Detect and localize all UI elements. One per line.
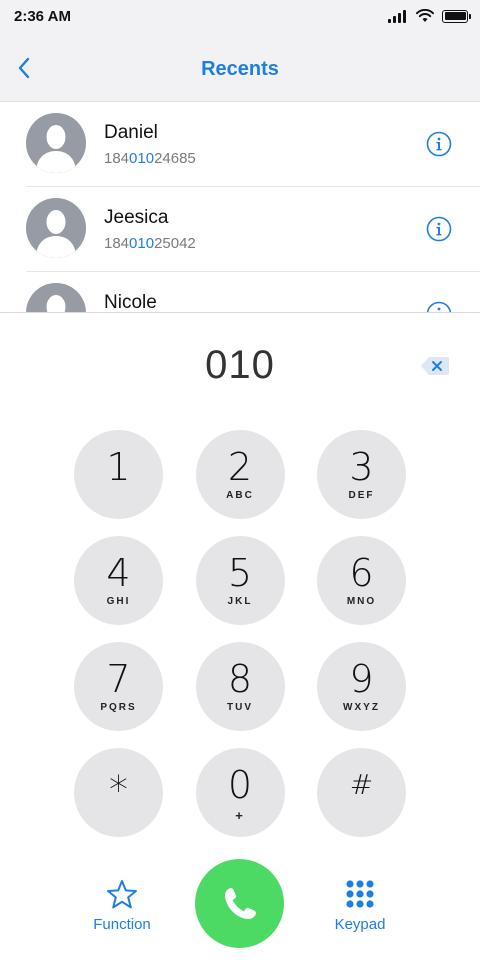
star-icon bbox=[107, 880, 137, 909]
number-suffix: 25042 bbox=[154, 235, 196, 252]
key-digit: 1 bbox=[106, 444, 131, 489]
dial-display[interactable]: 010 bbox=[0, 343, 480, 388]
key-letters: ABC bbox=[226, 489, 254, 501]
nav-bar: Recents bbox=[0, 34, 480, 102]
status-time: 2:36 AM bbox=[14, 8, 71, 25]
key-digit: 2 bbox=[227, 444, 253, 489]
keypad: 1 2 ABC 3 DEF 4 GHI 5 JKL 6 MNO 7 PQRS 8 TUV 9W… bbox=[74, 430, 406, 854]
info-icon[interactable] bbox=[426, 301, 452, 312]
number-suffix: 24685 bbox=[154, 150, 196, 167]
function-button[interactable]: Function bbox=[82, 879, 162, 933]
key-star[interactable]: * bbox=[74, 748, 163, 837]
key-letters: JKL bbox=[227, 595, 253, 607]
key-row: 1 2 ABC 3 DEF bbox=[74, 430, 406, 519]
function-label: Function bbox=[93, 916, 151, 933]
keypad-grid-icon bbox=[346, 880, 374, 908]
key-letters: TUV bbox=[227, 701, 253, 713]
key-digit: 3 bbox=[349, 444, 374, 489]
key-3[interactable]: 3 DEF bbox=[317, 430, 406, 519]
avatar bbox=[26, 113, 86, 173]
avatar bbox=[26, 198, 86, 258]
key-row: * 0 + # bbox=[74, 748, 406, 837]
key-digit: 5 bbox=[227, 550, 253, 595]
info-icon[interactable] bbox=[426, 131, 452, 157]
key-7[interactable]: 7 PQRS bbox=[74, 642, 163, 731]
contact-number: 18401024685 bbox=[104, 150, 196, 167]
status-bar: 2:36 AM bbox=[0, 0, 480, 34]
dialer-panel: 010 1 2 ABC 3 DEF 4 GHI 5 JKL 6 MNO 7 PQRS 8 TU… bbox=[0, 312, 480, 960]
key-4[interactable]: 4 GHI bbox=[74, 536, 163, 625]
key-row: 4 GHI 5 JKL 6 MNO bbox=[74, 536, 406, 625]
contact-name: Nicole bbox=[104, 292, 157, 312]
battery-icon bbox=[442, 9, 471, 23]
bottom-bar: Function Keypad bbox=[0, 859, 480, 951]
number-prefix: 184 bbox=[104, 150, 130, 167]
key-letters: PQRS bbox=[100, 701, 137, 713]
page-title: Recents bbox=[201, 58, 279, 80]
key-9[interactable]: 9 WXYZ bbox=[317, 642, 406, 731]
key-0[interactable]: 0 + bbox=[195, 748, 285, 837]
recents-list[interactable]: Daniel 18401024685 Jeesica 18401025042 N… bbox=[0, 102, 480, 312]
key-letters: MNO bbox=[346, 595, 377, 607]
key-digit: * bbox=[109, 767, 128, 812]
list-item[interactable]: Daniel 18401024685 bbox=[26, 102, 480, 187]
person-silhouette-icon bbox=[26, 198, 86, 258]
key-1[interactable]: 1 bbox=[74, 430, 163, 519]
phone-icon bbox=[224, 887, 256, 919]
key-row: 7 PQRS 8 TUV 9 WXYZ bbox=[74, 642, 406, 731]
key-digit: 7 bbox=[106, 656, 131, 701]
key-digit: 6 bbox=[349, 550, 374, 595]
contact-name: Jeesica bbox=[104, 207, 169, 228]
list-item[interactable]: Jeesica 18401025042 bbox=[26, 187, 480, 272]
person-silhouette-icon bbox=[26, 283, 86, 312]
key-letters: DEF bbox=[348, 489, 375, 501]
key-2[interactable]: 2 ABC bbox=[195, 430, 285, 519]
key-digit: 4 bbox=[106, 550, 131, 595]
key-8[interactable]: 8 TUV bbox=[195, 642, 285, 731]
keypad-label: Keypad bbox=[334, 916, 386, 933]
call-button[interactable] bbox=[195, 859, 284, 948]
contact-name: Daniel bbox=[104, 122, 158, 143]
contact-number: 18401025042 bbox=[104, 235, 196, 252]
number-prefix: 184 bbox=[104, 235, 130, 252]
delete-backspace-icon[interactable] bbox=[420, 355, 450, 377]
status-icons bbox=[388, 9, 471, 23]
key-letters: GHI bbox=[106, 595, 131, 607]
number-match: 010 bbox=[129, 150, 155, 167]
key-digit: 8 bbox=[227, 656, 253, 701]
list-item[interactable]: Nicole bbox=[26, 272, 480, 312]
key-letters: + bbox=[235, 807, 245, 823]
info-icon[interactable] bbox=[426, 216, 452, 242]
key-digit: 9 bbox=[349, 656, 374, 701]
key-digit: # bbox=[349, 767, 374, 801]
avatar bbox=[26, 283, 86, 312]
person-silhouette-icon bbox=[26, 113, 86, 173]
wifi-icon bbox=[416, 9, 434, 22]
key-letters: WXYZ bbox=[343, 701, 380, 713]
key-6[interactable]: 6 MNO bbox=[317, 536, 406, 625]
number-match: 010 bbox=[129, 235, 155, 252]
key-digit: 0 bbox=[227, 762, 253, 807]
key-hash[interactable]: # bbox=[317, 748, 406, 837]
keypad-tab[interactable]: Keypad bbox=[320, 879, 400, 933]
key-5[interactable]: 5 JKL bbox=[195, 536, 285, 625]
signal-icon bbox=[388, 9, 408, 23]
